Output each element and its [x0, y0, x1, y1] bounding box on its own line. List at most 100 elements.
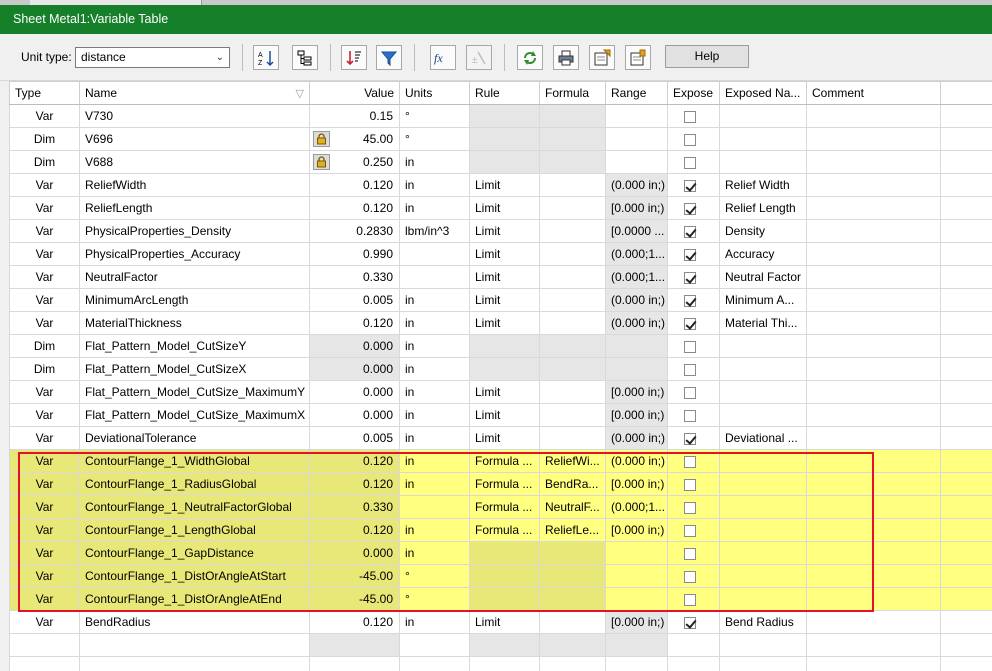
cell-rule[interactable]: [469, 334, 540, 358]
cell-units[interactable]: in: [399, 426, 470, 450]
cell-value[interactable]: 0.000: [309, 334, 400, 358]
cell-value[interactable]: 0.120: [309, 610, 400, 634]
cell-name[interactable]: ReliefWidth: [79, 173, 310, 197]
cell-units[interactable]: in: [399, 311, 470, 335]
cell-exposed-name[interactable]: Relief Width: [719, 173, 807, 197]
cell-units[interactable]: °: [399, 104, 470, 128]
cell-comment[interactable]: [806, 587, 941, 611]
cell-name[interactable]: MinimumArcLength: [79, 288, 310, 312]
cell-rule[interactable]: Limit: [469, 403, 540, 427]
cell-formula[interactable]: [539, 587, 606, 611]
cell-value[interactable]: 0.120: [309, 311, 400, 335]
cell-formula[interactable]: [539, 265, 606, 289]
cell-range[interactable]: (0.000 in;): [605, 311, 668, 335]
cell-value[interactable]: 45.00: [309, 127, 400, 151]
cell-type[interactable]: Dim: [9, 150, 80, 174]
cell-units[interactable]: °: [399, 587, 470, 611]
cell-type[interactable]: Var: [9, 380, 80, 404]
cell-name[interactable]: NeutralFactor: [79, 265, 310, 289]
cell-formula[interactable]: [539, 357, 606, 381]
expose-checkbox[interactable]: [684, 386, 696, 399]
cell-exposed-name[interactable]: [719, 127, 807, 151]
cell-type[interactable]: Var: [9, 495, 80, 519]
cell-range[interactable]: [605, 541, 668, 565]
cell-comment[interactable]: [806, 403, 941, 427]
table-row[interactable]: Var DeviationalTolerance 0.005 in Limit (0.00…: [9, 426, 992, 450]
table-row[interactable]: Var ReliefWidth 0.120 in Limit (0.000 in;) Rel…: [9, 173, 992, 197]
cell-name[interactable]: ContourFlange_1_NeutralFactorGlobal: [79, 495, 310, 519]
cell-exposed-name[interactable]: Relief Length: [719, 196, 807, 220]
refresh-button[interactable]: [517, 45, 543, 70]
cell-comment[interactable]: [806, 311, 941, 335]
cell-formula[interactable]: [539, 564, 606, 588]
cell-rule[interactable]: [469, 104, 540, 128]
cell-value[interactable]: 0.250: [309, 150, 400, 174]
cell-name[interactable]: ContourFlange_1_DistOrAngleAtStart: [79, 564, 310, 588]
cell-formula[interactable]: [539, 219, 606, 243]
cell-name[interactable]: V688: [79, 150, 310, 174]
cell-comment[interactable]: [806, 288, 941, 312]
table-row[interactable]: Var ContourFlange_1_DistOrAngleAtStart -45…: [9, 564, 992, 588]
cell-name[interactable]: MaterialThickness: [79, 311, 310, 335]
expose-checkbox[interactable]: [684, 547, 696, 560]
cell-exposed-name[interactable]: [719, 150, 807, 174]
cell-type[interactable]: Var: [9, 265, 80, 289]
cell-range[interactable]: [605, 587, 668, 611]
cell-comment[interactable]: [806, 196, 941, 220]
cell-name[interactable]: Flat_Pattern_Model_CutSizeX: [79, 357, 310, 381]
cell-type[interactable]: Var: [9, 564, 80, 588]
tree-view-button[interactable]: [292, 45, 318, 70]
cell-rule[interactable]: Formula ...: [469, 472, 540, 496]
cell-type[interactable]: Var: [9, 288, 80, 312]
cell-units[interactable]: [399, 265, 470, 289]
help-button[interactable]: Help: [665, 45, 749, 68]
cell-value[interactable]: -45.00: [309, 587, 400, 611]
cell-value[interactable]: -45.00: [309, 564, 400, 588]
cell-range[interactable]: [0.000 in;): [605, 196, 668, 220]
cell-formula[interactable]: [539, 426, 606, 450]
cell-range[interactable]: (0.000;1...: [605, 242, 668, 266]
cell-name[interactable]: DeviationalTolerance: [79, 426, 310, 450]
cell-type[interactable]: Var: [9, 610, 80, 634]
lock-button[interactable]: [313, 131, 330, 147]
cell-name[interactable]: ContourFlange_1_RadiusGlobal: [79, 472, 310, 496]
cell-value[interactable]: 0.15: [309, 104, 400, 128]
print-button[interactable]: [553, 45, 579, 70]
expose-checkbox[interactable]: [684, 179, 696, 192]
sort-descending-button[interactable]: [341, 45, 367, 70]
expose-checkbox[interactable]: [684, 133, 696, 146]
cell-name[interactable]: ReliefLength: [79, 196, 310, 220]
cell-units[interactable]: in: [399, 380, 470, 404]
cell-range[interactable]: (0.000;1...: [605, 495, 668, 519]
cell-exposed-name[interactable]: [719, 380, 807, 404]
cell-units[interactable]: in: [399, 472, 470, 496]
cell-comment[interactable]: [806, 173, 941, 197]
cell-exposed-name[interactable]: [719, 357, 807, 381]
expose-checkbox[interactable]: [684, 156, 696, 169]
expose-checkbox[interactable]: [684, 317, 696, 330]
cell-rule[interactable]: Limit: [469, 265, 540, 289]
cell-units[interactable]: [399, 242, 470, 266]
cell-exposed-name[interactable]: Density: [719, 219, 807, 243]
cell-type[interactable]: Var: [9, 311, 80, 335]
cell-comment[interactable]: [806, 127, 941, 151]
table-row[interactable]: Var ContourFlange_1_DistOrAngleAtEnd -45.0…: [9, 587, 992, 611]
cell-comment[interactable]: [806, 495, 941, 519]
cell-type[interactable]: Var: [9, 219, 80, 243]
cell-rule[interactable]: Limit: [469, 311, 540, 335]
column-header-type[interactable]: Type: [9, 81, 80, 105]
cell-value[interactable]: 0.000: [309, 357, 400, 381]
cell-name[interactable]: V730: [79, 104, 310, 128]
expose-checkbox[interactable]: [684, 478, 696, 491]
column-header-name[interactable]: Name ▽: [79, 81, 310, 105]
cell-type[interactable]: Var: [9, 472, 80, 496]
cell-value[interactable]: 0.000: [309, 403, 400, 427]
table-row[interactable]: Var NeutralFactor 0.330 Limit (0.000;1... Neu…: [9, 265, 992, 289]
cell-value[interactable]: 0.330: [309, 265, 400, 289]
cell-formula[interactable]: NeutralF...: [539, 495, 606, 519]
cell-range[interactable]: [605, 104, 668, 128]
expose-checkbox[interactable]: [684, 616, 696, 629]
expose-checkbox[interactable]: [684, 294, 696, 307]
cell-type[interactable]: Var: [9, 173, 80, 197]
table-row[interactable]: Var Flat_Pattern_Model_CutSize_MaximumY 0.…: [9, 380, 992, 404]
